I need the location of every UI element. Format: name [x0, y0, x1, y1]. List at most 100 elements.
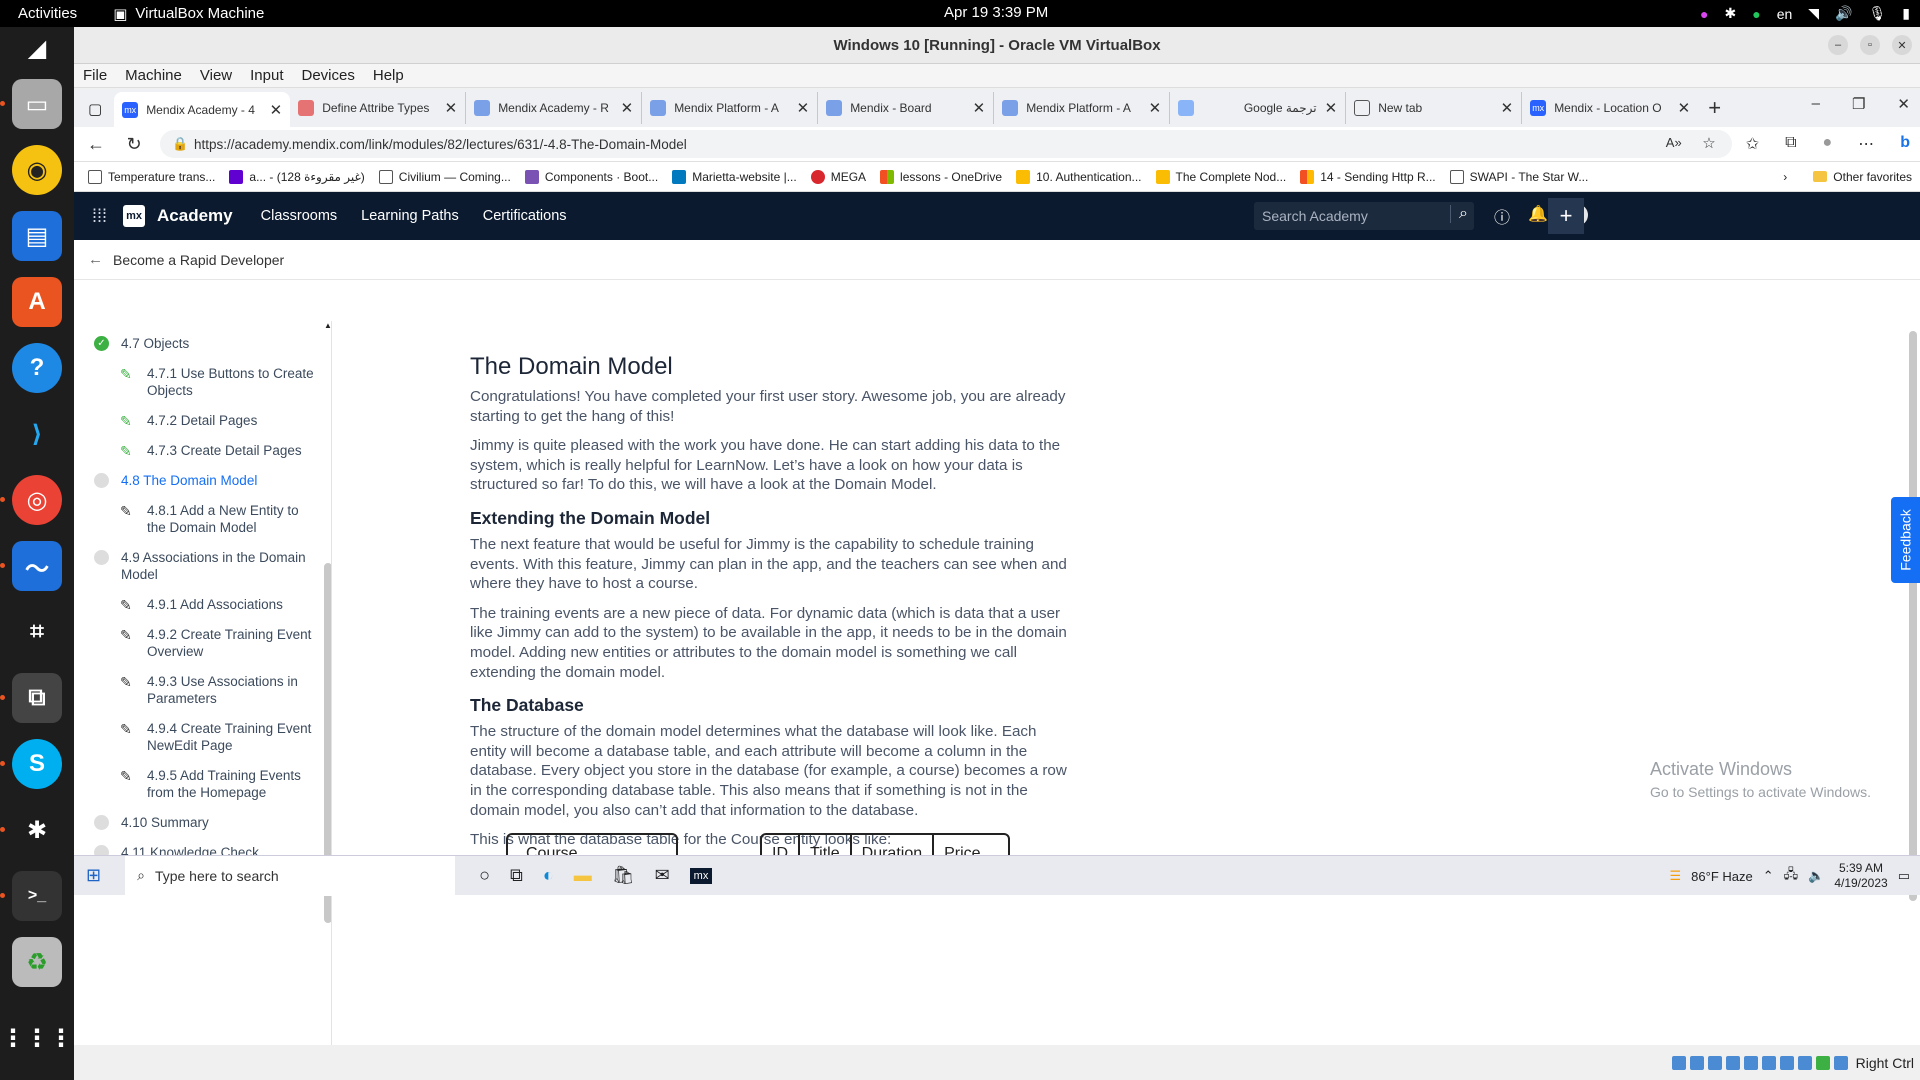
windows-start-icon[interactable]: ⊞: [86, 865, 101, 886]
tab-actions-icon[interactable]: ▢: [88, 100, 102, 118]
cpu-icon[interactable]: [1815, 1055, 1830, 1070]
sidebar-item-4-9-5[interactable]: ✎ 4.9.5 Add Training Events from the Home…: [74, 767, 319, 814]
dock-writer-icon[interactable]: ▤: [12, 211, 62, 261]
search-icon[interactable]: ⌕: [1450, 205, 1468, 223]
bookmark-item[interactable]: Components · Boot...: [524, 169, 658, 184]
minimize-icon[interactable]: –: [1828, 35, 1848, 55]
wifi-icon[interactable]: ◥: [1808, 5, 1819, 22]
academy-brand[interactable]: Academy: [157, 206, 233, 226]
tab-mendix-academy[interactable]: mx Mendix Academy - 4 ✕: [114, 92, 291, 127]
back-icon[interactable]: ←: [84, 134, 108, 155]
sidebar-item-4-10[interactable]: 4.10 Summary: [74, 814, 319, 844]
tab-mendix-platform-2[interactable]: Mendix Platform - A ✕: [994, 92, 1171, 124]
close-tab-icon[interactable]: ✕: [1149, 99, 1162, 117]
menu-input[interactable]: Input: [241, 67, 292, 84]
close-tab-icon[interactable]: ✕: [973, 99, 986, 117]
sidebar-item-4-9-4[interactable]: ✎ 4.9.4 Create Training Event NewEdit Pag…: [74, 720, 319, 767]
browser-restore-icon[interactable]: ❐: [1852, 95, 1865, 113]
bing-icon[interactable]: b: [1900, 134, 1910, 154]
dock-slack-icon[interactable]: ✱: [0, 805, 62, 855]
other-favorites[interactable]: › Other favorites: [1783, 170, 1912, 184]
dock-screenshot-icon[interactable]: ⌗: [12, 607, 62, 657]
dock-firefox-icon[interactable]: ◢: [12, 33, 62, 63]
display-icon[interactable]: [1779, 1055, 1794, 1070]
tab-mendix-location[interactable]: mx Mendix - Location O ✕: [1522, 92, 1698, 124]
dock-chrome-icon[interactable]: ◎: [0, 475, 62, 525]
bookmark-item[interactable]: a... - (128 غير مقروءة): [229, 169, 365, 184]
clock[interactable]: Apr 19 3:39 PM: [944, 4, 1048, 21]
sidebar-item-4-7-1[interactable]: ✎ 4.7.1 Use Buttons to Create Objects: [74, 365, 319, 412]
collections-icon[interactable]: ⧉: [1785, 134, 1796, 154]
tab-define-attribe-types[interactable]: Define Attribe Types ✕: [290, 92, 467, 124]
tab-google-translate[interactable]: Google ترجمة ✕: [1170, 92, 1347, 124]
volume-icon[interactable]: 🔊: [1835, 5, 1852, 22]
sidebar-item-4-8[interactable]: 4.8 The Domain Model: [74, 472, 319, 502]
dock-terminal-icon[interactable]: >_: [0, 871, 62, 921]
close-tab-icon[interactable]: ✕: [797, 99, 810, 117]
volume-icon[interactable]: 🔈: [1808, 868, 1824, 884]
optical-icon[interactable]: [1689, 1055, 1704, 1070]
taskbar-search[interactable]: ⌕ Type here to search: [125, 855, 456, 896]
scroll-up-icon[interactable]: ▲: [324, 321, 331, 330]
bookmark-item[interactable]: The Complete Nod...: [1155, 169, 1286, 184]
close-tab-icon[interactable]: ✕: [1501, 99, 1514, 117]
menu-devices[interactable]: Devices: [293, 67, 364, 84]
tab-mendix-platform-1[interactable]: Mendix Platform - A ✕: [642, 92, 819, 124]
edge-icon[interactable]: ◐: [543, 865, 554, 886]
chevron-right-icon[interactable]: ›: [1783, 170, 1787, 184]
dock-monitor-icon[interactable]: 〜: [0, 541, 62, 591]
favorites-icon[interactable]: ✩: [1746, 134, 1759, 154]
close-tab-icon[interactable]: ✕: [1325, 99, 1338, 117]
store-icon[interactable]: 🛍: [612, 865, 635, 886]
system-tray[interactable]: ● ✱ ● en ◥ 🔊 🎙 ▮: [1700, 0, 1910, 27]
weather-text[interactable]: 86°F Haze: [1691, 869, 1753, 884]
dock-apps-grid-icon[interactable]: ⋮⋮⋮: [1, 1013, 73, 1063]
read-aloud-icon[interactable]: A»: [1666, 135, 1682, 150]
close-tab-icon[interactable]: ✕: [445, 99, 458, 117]
recording-icon[interactable]: [1797, 1055, 1812, 1070]
hdd-icon[interactable]: [1671, 1055, 1686, 1070]
browser-minimize-icon[interactable]: –: [1812, 95, 1820, 113]
tab-mendix-academy-r[interactable]: Mendix Academy - R ✕: [466, 92, 643, 124]
sidebar-item-4-9[interactable]: 4.9 Associations in the Domain Model: [74, 549, 319, 596]
menu-file[interactable]: File: [74, 67, 116, 84]
sidebar-item-4-7-3[interactable]: ✎ 4.7.3 Create Detail Pages: [74, 442, 319, 472]
dock-trash-icon[interactable]: ♻: [12, 937, 62, 987]
bookmark-item[interactable]: SWAPI - The Star W...: [1449, 169, 1588, 184]
bookmark-item[interactable]: 14 - Sending Http R...: [1300, 169, 1436, 184]
breadcrumb[interactable]: ← Become a Rapid Developer: [74, 240, 1920, 280]
mendix-taskbar-icon[interactable]: mx: [689, 867, 713, 884]
bell-icon[interactable]: 🔔: [1528, 204, 1548, 228]
network-icon[interactable]: 🖧: [1784, 865, 1799, 887]
weather-icon[interactable]: ☰: [1670, 868, 1682, 884]
bookmark-item[interactable]: 10. Authentication...: [1016, 169, 1142, 184]
battery-icon[interactable]: ▮: [1902, 5, 1910, 22]
feedback-button[interactable]: Feedback: [1891, 497, 1920, 583]
shared-folder-icon[interactable]: [1761, 1055, 1776, 1070]
dock-software-icon[interactable]: A: [12, 277, 62, 327]
sidebar-item-4-7[interactable]: ✓ 4.7 Objects: [74, 335, 319, 365]
plus-button[interactable]: +: [1548, 198, 1584, 234]
search-academy-input[interactable]: Search Academy ⌕: [1254, 202, 1474, 230]
app-menu[interactable]: ▣ VirtualBox Machine: [113, 5, 264, 23]
sidebar-scrollbar[interactable]: ▲: [324, 321, 331, 1043]
add-favorite-icon[interactable]: ☆: [1702, 134, 1715, 152]
nav-classrooms[interactable]: Classrooms: [261, 208, 338, 224]
cortana-icon[interactable]: ○: [479, 865, 490, 886]
mouse-icon[interactable]: [1833, 1055, 1848, 1070]
dock-files-icon[interactable]: ▭: [0, 79, 62, 129]
network-icon[interactable]: [1725, 1055, 1740, 1070]
sidebar-item-4-8-1[interactable]: ✎ 4.8.1 Add a New Entity to the Domain Mo…: [74, 502, 319, 549]
menu-view[interactable]: View: [191, 67, 241, 84]
app-indicator-icon[interactable]: ●: [1700, 6, 1708, 22]
activities-button[interactable]: Activities: [18, 5, 77, 22]
nav-certifications[interactable]: Certifications: [483, 208, 567, 224]
slack-tray-icon[interactable]: ✱: [1725, 5, 1737, 22]
vpn-icon[interactable]: ●: [1752, 6, 1760, 22]
file-explorer-icon[interactable]: ▬: [574, 865, 592, 886]
profile-icon[interactable]: ●: [1823, 134, 1833, 154]
restore-icon[interactable]: ▫: [1860, 35, 1880, 55]
apps-grid-icon[interactable]: ⁞⁞⁞: [92, 206, 107, 227]
close-tab-icon[interactable]: ✕: [270, 101, 283, 119]
keyboard-layout[interactable]: en: [1777, 6, 1793, 22]
